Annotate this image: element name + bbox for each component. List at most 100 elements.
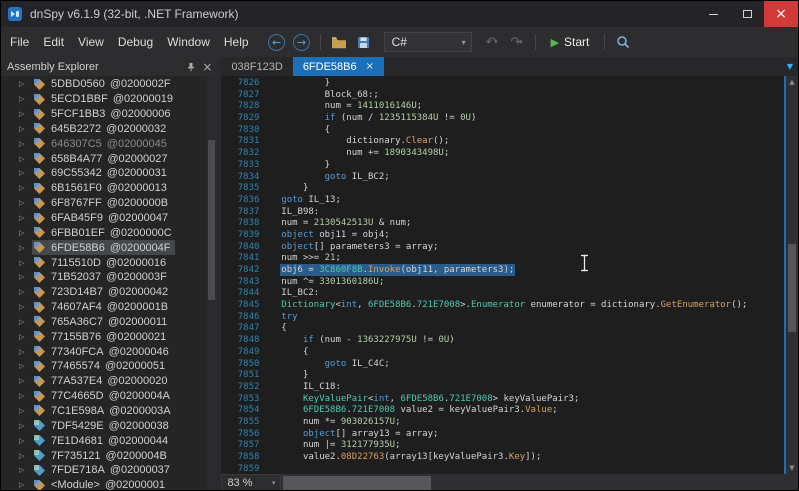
tree-item-6FAB45F9[interactable]: ▷ 6FAB45F9 @02000047 xyxy=(1,211,216,226)
tree-item-6FDE58B6[interactable]: ▷ 6FDE58B6 @0200004F xyxy=(1,240,216,256)
tree-item-7115510D[interactable]: ▷ 7115510D @02000016 xyxy=(1,255,216,270)
code-line-7856[interactable]: 7856 object[] array13 = array; xyxy=(221,429,798,441)
expander-icon[interactable]: ▷ xyxy=(19,214,32,222)
code-line-7835[interactable]: 7835 } xyxy=(221,183,798,195)
code-line-7839[interactable]: 7839 object obj11 = obj4; xyxy=(221,230,798,242)
code-line-7854[interactable]: 7854 6FDE58B6.721E7008 value2 = keyValue… xyxy=(221,405,798,417)
expander-icon[interactable]: ▷ xyxy=(19,437,32,445)
expander-icon[interactable]: ▷ xyxy=(19,362,32,370)
tree-item-7FDE718A[interactable]: ▷ 7FDE718A @02000037 xyxy=(1,463,216,478)
expander-icon[interactable]: ▷ xyxy=(19,318,32,326)
tree-item-7DF5429E[interactable]: ▷ 7DF5429E @02000038 xyxy=(1,418,216,433)
expander-icon[interactable]: ▷ xyxy=(19,481,32,489)
tab-6FDE58B6[interactable]: 6FDE58B6 × xyxy=(292,57,385,76)
tree-item-77340FCA[interactable]: ▷ 77340FCA @02000046 xyxy=(1,344,216,359)
expander-icon[interactable]: ▷ xyxy=(19,303,32,311)
menu-help[interactable]: Help xyxy=(217,27,256,57)
tree-item-77465574[interactable]: ▷ 77465574 @02000051 xyxy=(1,359,216,374)
expander-icon[interactable]: ▷ xyxy=(19,422,32,430)
code-line-7849[interactable]: 7849 { xyxy=(221,347,798,359)
code-line-7851[interactable]: 7851 } xyxy=(221,370,798,382)
horizontal-scrollbar-thumb[interactable] xyxy=(283,476,432,490)
expander-icon[interactable]: ▷ xyxy=(19,169,32,177)
tree-item-77C4665D[interactable]: ▷ 77C4665D @0200004A xyxy=(1,389,216,404)
maximize-button[interactable] xyxy=(730,1,764,27)
code-line-7836[interactable]: 7836 goto IL_13; xyxy=(221,195,798,207)
code-line-7829[interactable]: 7829 if (num / 1235115384U != 0U) xyxy=(221,113,798,125)
code-line-7859[interactable]: 7859 xyxy=(221,464,798,474)
code-line-7827[interactable]: 7827 Block_68:; xyxy=(221,90,798,102)
expander-icon[interactable]: ▷ xyxy=(19,466,32,474)
tree-item-723D14B7[interactable]: ▷ 723D14B7 @02000042 xyxy=(1,285,216,300)
start-debug-button[interactable]: ▶ Start xyxy=(543,35,598,49)
tab-close-icon[interactable]: × xyxy=(366,61,374,72)
menu-debug[interactable]: Debug xyxy=(111,27,160,57)
menu-file[interactable]: File xyxy=(1,27,36,57)
expander-icon[interactable]: ▷ xyxy=(19,244,32,252)
undo-button[interactable]: ↶ ▾ xyxy=(481,31,503,53)
tree-item-646307C5[interactable]: ▷ 646307C5 @02000045 xyxy=(1,136,216,151)
code-editor[interactable]: 7826 } 7827 Block_68:; 7828 num = 14110161… xyxy=(221,76,798,474)
expander-icon[interactable]: ▷ xyxy=(19,140,32,148)
expander-icon[interactable]: ▷ xyxy=(19,273,32,281)
expander-icon[interactable]: ▷ xyxy=(19,333,32,341)
tree-item-7C1E598A[interactable]: ▷ 7C1E598A @0200003A xyxy=(1,404,216,419)
tree-item-5ECD1BBF[interactable]: ▷ 5ECD1BBF @02000019 xyxy=(1,92,216,107)
code-line-7826[interactable]: 7826 } xyxy=(221,78,798,90)
tree-item-6F8767FF[interactable]: ▷ 6F8767FF @0200000B xyxy=(1,196,216,211)
tree-item-5DBD0560[interactable]: ▷ 5DBD0560 @0200002F xyxy=(1,77,216,92)
pin-icon[interactable] xyxy=(186,62,196,72)
code-line-7828[interactable]: 7828 num = 1411016146U; xyxy=(221,101,798,113)
code-line-7831[interactable]: 7831 dictionary.Clear(); xyxy=(221,136,798,148)
tree-item-658B4A77[interactable]: ▷ 658B4A77 @02000027 xyxy=(1,151,216,166)
navigate-forward-button[interactable]: → xyxy=(291,31,313,53)
expander-icon[interactable]: ▷ xyxy=(19,155,32,163)
expander-icon[interactable]: ▷ xyxy=(19,392,32,400)
panel-close-icon[interactable]: × xyxy=(202,61,212,73)
save-all-button[interactable] xyxy=(353,31,375,53)
code-line-7830[interactable]: 7830 { xyxy=(221,125,798,137)
redo-button[interactable]: ↷ ▾ xyxy=(506,31,528,53)
expander-icon[interactable]: ▷ xyxy=(19,348,32,356)
tree-item-77A537E4[interactable]: ▷ 77A537E4 @02000020 xyxy=(1,374,216,389)
tab-list-icon[interactable]: ▼ xyxy=(782,62,798,71)
horizontal-scrollbar[interactable] xyxy=(281,474,784,490)
code-line-7846[interactable]: 7846 try xyxy=(221,312,798,324)
tree-scrollbar-thumb[interactable] xyxy=(208,140,216,300)
expander-icon[interactable]: ▷ xyxy=(19,452,32,460)
expander-icon[interactable]: ▷ xyxy=(19,229,32,237)
vertical-scrollbar[interactable]: ▲ ▼ xyxy=(783,76,798,474)
expander-icon[interactable]: ▷ xyxy=(19,125,32,133)
tab-038F123D[interactable]: 038F123D xyxy=(221,57,292,76)
code-line-7845[interactable]: 7845 Dictionary<int, 6FDE58B6.721E7008>.… xyxy=(221,300,798,312)
scroll-up-icon[interactable]: ▲ xyxy=(786,78,798,86)
minimize-button[interactable] xyxy=(696,1,730,27)
close-button[interactable]: × xyxy=(764,1,798,27)
search-assemblies-button[interactable] xyxy=(612,31,634,53)
scroll-down-icon[interactable]: ▼ xyxy=(786,464,798,472)
code-line-7842[interactable]: 7842 obj6 = 3C860F8B.Invoke(obj11, param… xyxy=(221,265,798,277)
zoom-select[interactable]: 83 % ▾ xyxy=(221,474,282,490)
code-line-7841[interactable]: 7841 num >>= 21; xyxy=(221,253,798,265)
code-line-7847[interactable]: 7847 { xyxy=(221,323,798,335)
tree-item-645B2272[interactable]: ▷ 645B2272 @02000032 xyxy=(1,122,216,137)
code-line-7850[interactable]: 7850 goto IL_C4C; xyxy=(221,359,798,371)
code-line-7837[interactable]: 7837 IL_B98: xyxy=(221,207,798,219)
code-line-7832[interactable]: 7832 num += 1890343498U; xyxy=(221,148,798,160)
expander-icon[interactable]: ▷ xyxy=(19,80,32,88)
code-line-7834[interactable]: 7834 goto IL_BC2; xyxy=(221,172,798,184)
code-line-7848[interactable]: 7848 if (num - 1363227975U != 0U) xyxy=(221,335,798,347)
code-line-7855[interactable]: 7855 num *= 903026157U; xyxy=(221,417,798,429)
tree-item-765A36C7[interactable]: ▷ 765A36C7 @02000011 xyxy=(1,315,216,330)
code-line-7840[interactable]: 7840 object[] parameters3 = array; xyxy=(221,242,798,254)
expander-icon[interactable]: ▷ xyxy=(19,184,32,192)
tree-item-7F735121[interactable]: ▷ 7F735121 @0200004B xyxy=(1,448,216,463)
tree-item-5FCF1BB3[interactable]: ▷ 5FCF1BB3 @02000006 xyxy=(1,107,216,122)
tree-item-77155B76[interactable]: ▷ 77155B76 @02000021 xyxy=(1,329,216,344)
code-line-7844[interactable]: 7844 IL_BC2: xyxy=(221,288,798,300)
code-line-7853[interactable]: 7853 KeyValuePair<int, 6FDE58B6.721E7008… xyxy=(221,394,798,406)
menu-edit[interactable]: Edit xyxy=(36,27,71,57)
code-line-7852[interactable]: 7852 IL_C18: xyxy=(221,382,798,394)
expander-icon[interactable]: ▷ xyxy=(19,110,32,118)
tree-item-6FBB01EF[interactable]: ▷ 6FBB01EF @0200000C xyxy=(1,225,216,240)
